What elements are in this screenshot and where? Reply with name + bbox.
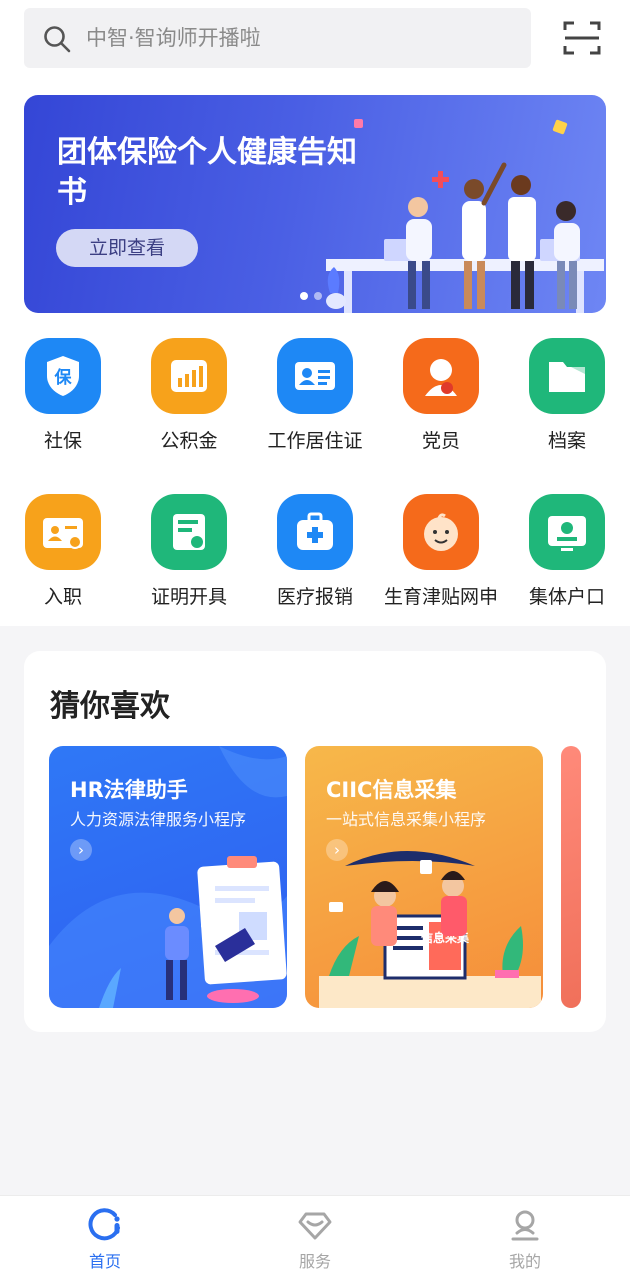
household-icon xyxy=(529,494,605,570)
card-subtitle: 一站式信息采集小程序 xyxy=(326,810,487,829)
recommend-title: 猜你喜欢 xyxy=(50,689,170,724)
diamond-icon xyxy=(298,1212,332,1240)
search-icon xyxy=(44,26,71,53)
service-archive[interactable]: 档案 xyxy=(504,338,630,453)
service-collective-household[interactable]: 集体户口 xyxy=(504,494,630,609)
user-icon xyxy=(511,1210,539,1241)
service-housing-fund[interactable]: 公积金 xyxy=(126,338,252,453)
promo-banner[interactable]: 团体保险个人健康告知书 立即查看 xyxy=(24,95,606,313)
card-title: CIIC信息采集 xyxy=(326,778,457,802)
service-label: 证明开具 xyxy=(150,586,227,608)
service-label: 社保 xyxy=(43,430,82,452)
service-label: 档案 xyxy=(547,430,586,452)
search-bar[interactable]: 中智·智询师开播啦 xyxy=(24,8,531,68)
chevron-right-icon[interactable]: › xyxy=(326,839,348,861)
recommend-section: 猜你喜欢 HR法律助手 人力资源法律服务小程序 › 信息采集 CIIC信息采集 … xyxy=(24,651,606,1032)
tab-services[interactable]: 服务 xyxy=(210,1196,420,1280)
service-certificate[interactable]: 证明开具 xyxy=(126,494,252,609)
banner-title: 团体保险个人健康告知书 xyxy=(57,135,357,210)
tab-label: 我的 xyxy=(508,1252,541,1271)
baby-icon xyxy=(403,494,479,570)
service-medical-reimbursement[interactable]: 医疗报销 xyxy=(252,494,378,609)
bottom-tab-bar: 首页 服务 我的 xyxy=(0,1195,630,1280)
chevron-right-icon[interactable]: › xyxy=(70,839,92,861)
service-label: 党员 xyxy=(421,430,460,452)
service-label: 医疗报销 xyxy=(276,586,353,608)
service-onboarding[interactable]: 入职 xyxy=(0,494,126,609)
tab-home[interactable]: 首页 xyxy=(0,1196,210,1280)
card-ciic-info[interactable]: 信息采集 CIIC信息采集 一站式信息采集小程序 › xyxy=(305,746,543,1008)
tab-label: 首页 xyxy=(88,1252,121,1271)
service-social-security[interactable]: 保 社保 xyxy=(0,338,126,453)
folder-icon xyxy=(529,338,605,414)
pager-dot xyxy=(314,292,322,300)
scan-icon[interactable] xyxy=(563,20,601,56)
home-icon xyxy=(88,1208,120,1241)
service-label: 工作居住证 xyxy=(267,430,363,452)
card-next-peek[interactable] xyxy=(561,746,581,1008)
banner-view-button[interactable]: 立即查看 xyxy=(56,229,198,267)
search-placeholder: 中智·智询师开播啦 xyxy=(86,26,261,50)
service-grid: 保 社保 公积金 工作居住证 党员 档案 入职 证明开具 医疗报销 生育津贴网申… xyxy=(0,316,630,626)
medical-kit-icon xyxy=(277,494,353,570)
service-label: 公积金 xyxy=(160,430,218,452)
id-card-icon xyxy=(277,338,353,414)
service-label: 集体户口 xyxy=(528,586,605,608)
pager-dot xyxy=(300,292,308,300)
party-member-icon xyxy=(403,338,479,414)
certificate-icon xyxy=(151,494,227,570)
banner-section: 团体保险个人健康告知书 立即查看 xyxy=(0,84,630,316)
badge-icon xyxy=(25,494,101,570)
service-label: 入职 xyxy=(43,586,82,608)
shield-icon: 保 xyxy=(25,338,101,414)
banner-pager xyxy=(300,285,328,304)
tab-mine[interactable]: 我的 xyxy=(420,1196,630,1280)
top-bar: 中智·智询师开播啦 xyxy=(0,0,630,84)
chart-icon xyxy=(151,338,227,414)
service-label: 生育津贴网申 xyxy=(383,586,498,608)
banner-illustration xyxy=(326,119,604,313)
card-title: HR法律助手 xyxy=(70,778,188,802)
service-party-member[interactable]: 党员 xyxy=(378,338,504,453)
service-maternity-allowance[interactable]: 生育津贴网申 xyxy=(378,494,504,609)
card-hr-legal[interactable]: HR法律助手 人力资源法律服务小程序 › xyxy=(49,746,287,1008)
svg-text:保: 保 xyxy=(54,367,73,388)
card-subtitle: 人力资源法律服务小程序 xyxy=(70,810,247,829)
tab-label: 服务 xyxy=(298,1252,331,1271)
service-residence-permit[interactable]: 工作居住证 xyxy=(252,338,378,453)
